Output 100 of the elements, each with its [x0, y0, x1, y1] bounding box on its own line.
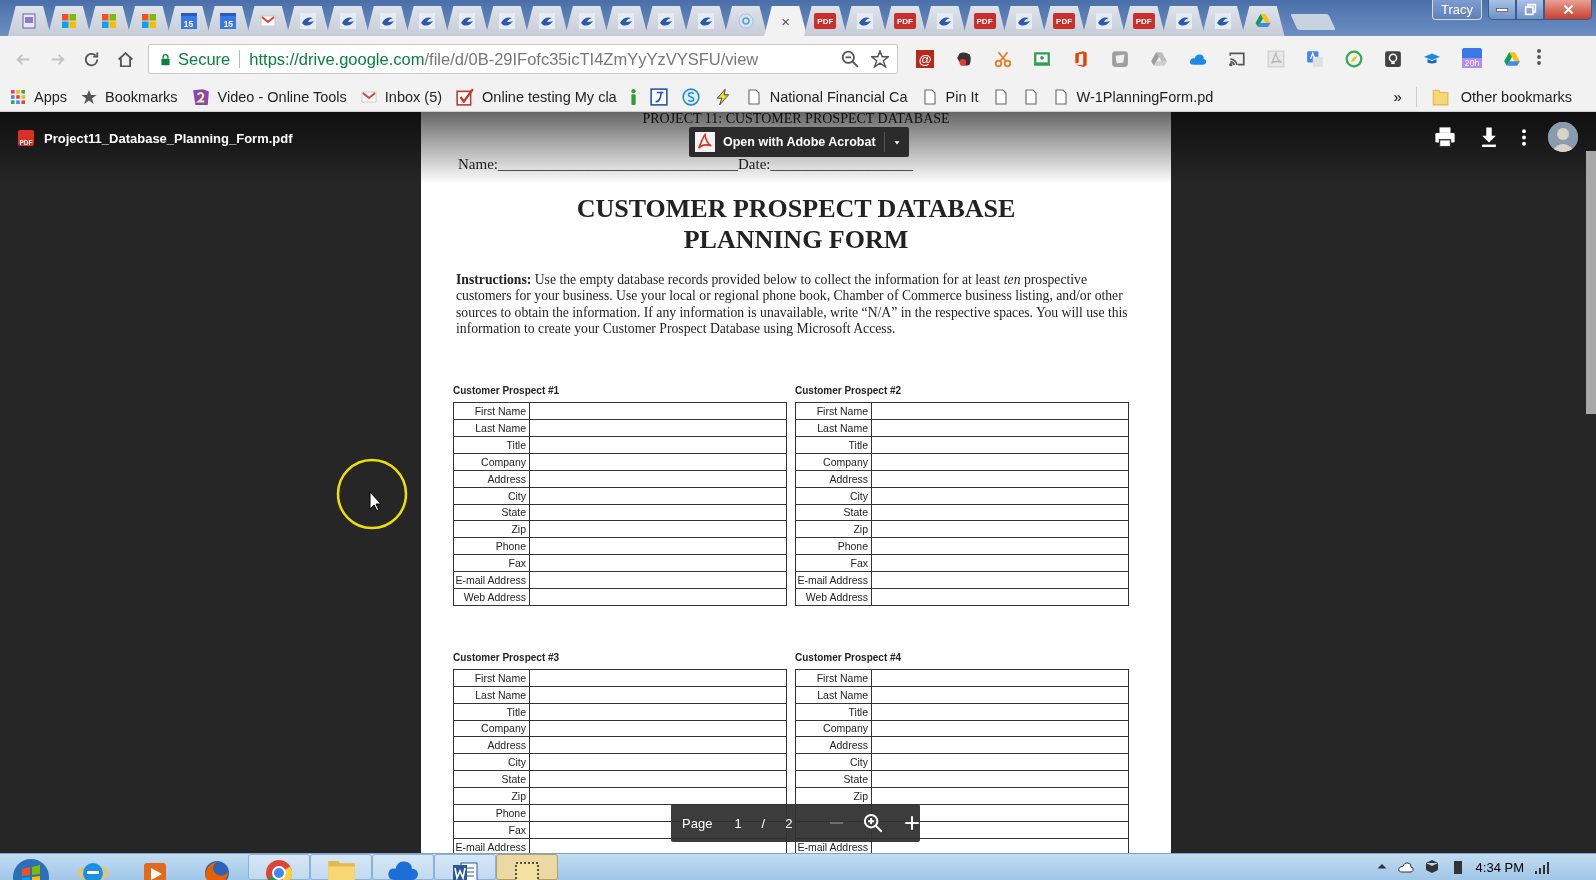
prospect-heading: Customer Prospect #3: [453, 651, 561, 664]
print-button[interactable]: [1434, 126, 1456, 148]
more-bookmarks-button[interactable]: »: [1393, 88, 1402, 105]
more-options-button[interactable]: [1522, 128, 1526, 146]
field-label: State: [843, 506, 868, 519]
taskbar-app[interactable]: [372, 854, 434, 880]
field-label: City: [507, 489, 526, 502]
address-bar[interactable]: Secure https://drive.google.com/file/d/0B-29IFofc35icTI4ZmYyYzVYSFU/view: [148, 44, 898, 74]
info-icon: [630, 88, 636, 105]
reload-icon: [83, 51, 99, 67]
clock[interactable]: 4:34 PM: [1475, 859, 1524, 875]
envelope-icon: [260, 13, 277, 29]
browser-tab[interactable]: PDF: [883, 6, 927, 36]
page-icon: [921, 88, 938, 105]
open-with-button[interactable]: Open with Adobe Acrobat: [689, 127, 909, 157]
browser-tab[interactable]: [684, 6, 728, 36]
printer-icon: [1434, 126, 1456, 148]
taskbar-app[interactable]: [496, 854, 558, 880]
browser-tab[interactable]: [1002, 6, 1046, 36]
back-icon: [15, 51, 31, 67]
pdf-icon: PDF: [1053, 13, 1076, 29]
browser-tab[interactable]: PDF: [963, 6, 1006, 36]
browser-tab[interactable]: [1082, 6, 1126, 36]
bird-icon: [339, 13, 356, 29]
bookmark[interactable]: Inbox (5): [360, 88, 443, 105]
zoom-in-icon: [863, 813, 884, 833]
acrobat-icon: [1267, 50, 1285, 68]
taskbar-app[interactable]: [434, 854, 496, 880]
browser-tab[interactable]: [366, 6, 409, 36]
browser-tab[interactable]: [47, 6, 91, 36]
field-label: City: [507, 756, 526, 769]
pdf-icon: PDF: [814, 13, 837, 29]
browser-tab[interactable]: [565, 6, 608, 36]
bookmark[interactable]: Bookmarks: [81, 88, 178, 105]
bookmark[interactable]: W-1PlanningForm.pd: [1052, 88, 1214, 105]
bird-icon: [1095, 13, 1112, 29]
browser-tab[interactable]: [445, 6, 489, 36]
browser-tab[interactable]: [644, 6, 688, 36]
bird-icon: [697, 13, 714, 29]
script-icon: [649, 87, 668, 106]
browser-tab[interactable]: 15: [167, 6, 210, 36]
signal-icon: [1534, 859, 1550, 875]
lightbulb-icon: [1384, 50, 1402, 68]
browser-tab[interactable]: PDF: [803, 6, 847, 36]
page-number: 1: [734, 815, 742, 831]
browser-tab[interactable]: [1201, 6, 1245, 36]
field-label: Address: [487, 739, 526, 752]
browser-tab[interactable]: [246, 6, 290, 36]
bookmark[interactable]: Pin It: [921, 88, 979, 105]
browser-tab[interactable]: [87, 6, 131, 36]
bookmark[interactable]: Apps: [10, 88, 68, 105]
office-icon: [1072, 50, 1090, 68]
bookmark[interactable]: Video - Online Tools: [191, 87, 347, 106]
zoom-in-button[interactable]: [903, 814, 922, 832]
pdf-icon: PDF: [893, 13, 916, 29]
tray-cloud-icon: [1397, 859, 1414, 875]
other-bookmarks-folder[interactable]: Other bookmarks: [1415, 86, 1578, 107]
field-label: Last Name: [817, 688, 868, 701]
field-label: City: [849, 756, 868, 769]
browser-tab[interactable]: [724, 6, 768, 36]
browser-tab[interactable]: [286, 6, 330, 36]
bird-icon: [618, 13, 635, 29]
browser-tab[interactable]: [923, 6, 967, 36]
new-tab-button[interactable]: [1289, 14, 1336, 30]
field-label: E-mail Address: [797, 574, 868, 587]
browser-tab[interactable]: [405, 6, 449, 36]
browser-tab[interactable]: ×: [764, 6, 807, 36]
at-sign-icon[interactable]: @: [916, 50, 934, 68]
calendar-icon: 15: [180, 13, 197, 29]
browser-tab[interactable]: [326, 6, 370, 36]
scrollbar-thumb[interactable]: [1586, 151, 1596, 414]
avatar[interactable]: [1548, 122, 1578, 152]
browser-tab[interactable]: [1162, 6, 1205, 36]
minimize-button[interactable]: [1488, 0, 1516, 20]
four-squares-icon: [101, 13, 117, 29]
browser-tab[interactable]: [1241, 6, 1285, 36]
document-icon: [21, 13, 38, 29]
close-button[interactable]: [1544, 0, 1592, 20]
browser-tab[interactable]: 15: [207, 6, 250, 36]
browser-tab[interactable]: [843, 6, 887, 36]
browser-tab[interactable]: [485, 6, 529, 36]
field-label: First Name: [816, 671, 868, 684]
zoom-fit-button[interactable]: [863, 813, 884, 833]
calendar-icon: 15: [220, 13, 237, 29]
browser-tab[interactable]: [525, 6, 569, 36]
pdf-icon: PDF: [973, 13, 996, 29]
tab-close-button[interactable]: ×: [781, 13, 790, 29]
field-label: E-mail Address: [455, 840, 526, 853]
browser-tab[interactable]: PDF: [1042, 6, 1086, 36]
maximize-button[interactable]: [1516, 0, 1544, 20]
page-icon: [992, 88, 1009, 105]
prospect-heading: Customer Prospect #1: [453, 385, 561, 398]
browser-tab[interactable]: [127, 6, 171, 36]
taskbar-app[interactable]: [248, 854, 310, 880]
menu-icon[interactable]: [1537, 49, 1541, 65]
browser-tab[interactable]: [604, 6, 648, 36]
browser-tab[interactable]: PDF: [1122, 6, 1166, 36]
browser-tab[interactable]: [8, 6, 51, 36]
bookmark[interactable]: Online testing My cla: [456, 87, 617, 106]
bookmark[interactable]: National Financial Ca: [745, 88, 908, 105]
